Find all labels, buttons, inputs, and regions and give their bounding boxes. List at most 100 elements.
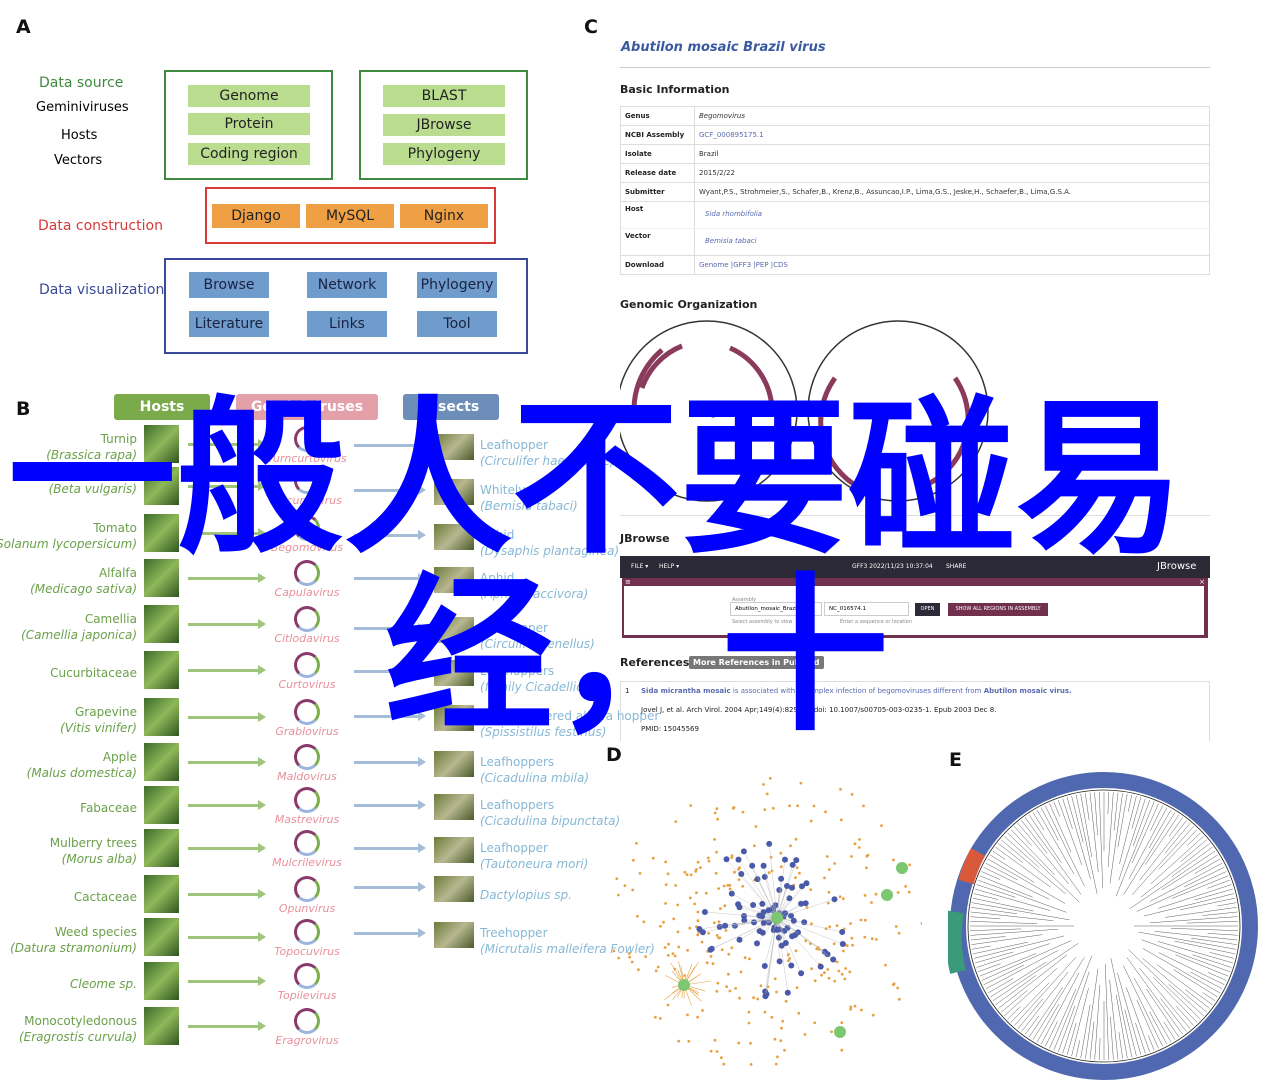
network-leaf-node bbox=[717, 936, 720, 940]
visualization-box: Browse Network Phylogeny Literature Link… bbox=[164, 258, 528, 354]
network-leaf-node bbox=[767, 871, 771, 875]
network-leaf-node bbox=[734, 987, 737, 990]
virus-title: Abutilon mosaic Brazil virus bbox=[621, 40, 826, 55]
host-label: Cactaceae bbox=[73, 890, 137, 904]
network-leaf-node bbox=[862, 804, 865, 808]
network-leaf-node bbox=[796, 804, 799, 808]
network-leaf-node bbox=[920, 922, 922, 925]
network-node bbox=[759, 900, 766, 907]
row-key: Submitter bbox=[621, 183, 695, 201]
host-virus-arrow bbox=[188, 1021, 266, 1031]
show-all-regions-button[interactable]: SHOW ALL REGIONS IN ASSEMBLY bbox=[948, 603, 1048, 616]
host-photo bbox=[144, 829, 179, 867]
table-row: Release date 2015/2/22 bbox=[621, 163, 1209, 182]
network-leaf-node bbox=[713, 811, 717, 815]
network-node bbox=[839, 941, 846, 947]
network-leaf-node bbox=[870, 937, 874, 941]
network-leaf-node bbox=[714, 871, 718, 875]
host-label: Camellia (Camellia japonica) bbox=[21, 612, 137, 642]
network-leaf-node bbox=[696, 1015, 699, 1019]
network-leaf-node bbox=[701, 1009, 704, 1012]
overlay-text-line1: 一般人不要碰易 bbox=[8, 381, 1184, 577]
network-leaf-node bbox=[700, 940, 704, 944]
network-node bbox=[789, 861, 796, 868]
virus-genome-icon bbox=[294, 919, 320, 945]
network-leaf-node bbox=[771, 806, 775, 810]
network-leaf-node bbox=[823, 971, 826, 974]
network-leaf-node bbox=[789, 844, 792, 848]
network-leaf-node bbox=[664, 860, 667, 864]
host-virus-arrow bbox=[188, 619, 266, 629]
coding-region-box: Coding region bbox=[188, 143, 310, 165]
clade-highlight bbox=[958, 848, 986, 885]
network-leaf-node bbox=[892, 858, 895, 862]
network-leaf-node bbox=[612, 949, 616, 953]
network-node bbox=[798, 900, 805, 907]
network-node bbox=[761, 963, 768, 969]
close-icon[interactable]: × bbox=[1199, 578, 1205, 586]
open-button[interactable]: OPEN bbox=[915, 603, 940, 616]
network-leaf-node bbox=[863, 935, 867, 939]
virus-label: Mulcrilevirus bbox=[272, 856, 342, 869]
network-leaf-node bbox=[908, 863, 912, 867]
host-link[interactable]: Sida rhombifolia bbox=[695, 202, 762, 218]
table-row: Download Genome |GFF3 |PEP |CDS bbox=[621, 255, 1209, 274]
phylogeny-box: Phylogeny bbox=[383, 143, 505, 165]
blast-box: BLAST bbox=[383, 85, 505, 107]
network-leaf-node bbox=[840, 972, 844, 976]
network-leaf-node bbox=[824, 810, 827, 814]
network-leaf-node bbox=[892, 982, 896, 986]
network-leaf-node bbox=[730, 854, 734, 857]
virus-label: Curtovirus bbox=[278, 678, 336, 691]
network-leaf-node bbox=[654, 969, 658, 973]
host-virus-arrow bbox=[188, 932, 266, 942]
network-node bbox=[817, 963, 824, 970]
ncbi-assembly-link[interactable]: GCF_000895175.1 bbox=[695, 131, 764, 139]
network-leaf-node bbox=[853, 1004, 857, 1008]
network-leaf-node bbox=[747, 1010, 751, 1014]
host-photo bbox=[144, 698, 179, 736]
network-leaf-node bbox=[849, 922, 852, 925]
table-row: Vector Bemisia tabaci bbox=[621, 228, 1209, 255]
network-leaf-node bbox=[737, 878, 741, 881]
network-leaf-node bbox=[716, 817, 720, 821]
virus-genome-icon bbox=[294, 787, 320, 813]
network-leaf-node bbox=[674, 884, 677, 887]
network-node bbox=[789, 933, 796, 940]
network-leaf-node bbox=[842, 949, 845, 953]
network-leaf-node bbox=[830, 1030, 833, 1034]
network-node bbox=[762, 993, 769, 1000]
network-leaf-node bbox=[728, 887, 732, 891]
insect-label: Dactylopius sp. bbox=[480, 888, 572, 902]
row-value: 2015/2/22 bbox=[699, 169, 735, 177]
network-leaf-node bbox=[715, 934, 719, 937]
mysql-box: MySQL bbox=[306, 204, 394, 228]
network-leaf-node bbox=[717, 920, 721, 924]
network-leaf-node bbox=[632, 858, 635, 862]
genome-box: Genome bbox=[188, 85, 310, 107]
network-leaf-node bbox=[728, 989, 732, 993]
virus-label: Capulavirus bbox=[274, 586, 340, 599]
network-leaf-node bbox=[720, 948, 724, 952]
vector-link[interactable]: Bemisia tabaci bbox=[695, 229, 757, 245]
virus-label: Grablovirus bbox=[275, 725, 339, 738]
host-photo bbox=[144, 786, 179, 824]
network-leaf-node bbox=[676, 930, 680, 934]
virus-label: Topocuvirus bbox=[274, 945, 340, 958]
host-virus-arrow bbox=[188, 665, 266, 675]
virus-label: Maldovirus bbox=[277, 770, 337, 783]
network-leaf-node bbox=[666, 953, 670, 957]
data-visualization-title: Data visualization bbox=[39, 282, 165, 298]
insect-photo bbox=[434, 751, 474, 777]
download-links[interactable]: Genome |GFF3 |PEP |CDS bbox=[695, 261, 788, 269]
network-leaf-node bbox=[671, 952, 675, 955]
host-photo bbox=[144, 1007, 179, 1045]
virus-vector-arrow bbox=[354, 882, 426, 892]
network-node bbox=[759, 929, 766, 936]
network-node bbox=[754, 940, 760, 947]
network-leaf-node bbox=[833, 979, 837, 983]
host-label: Apple (Malus domestica) bbox=[26, 750, 137, 780]
row-key: Host bbox=[621, 202, 695, 228]
network-leaf-node bbox=[689, 873, 693, 877]
network-node bbox=[701, 909, 708, 915]
